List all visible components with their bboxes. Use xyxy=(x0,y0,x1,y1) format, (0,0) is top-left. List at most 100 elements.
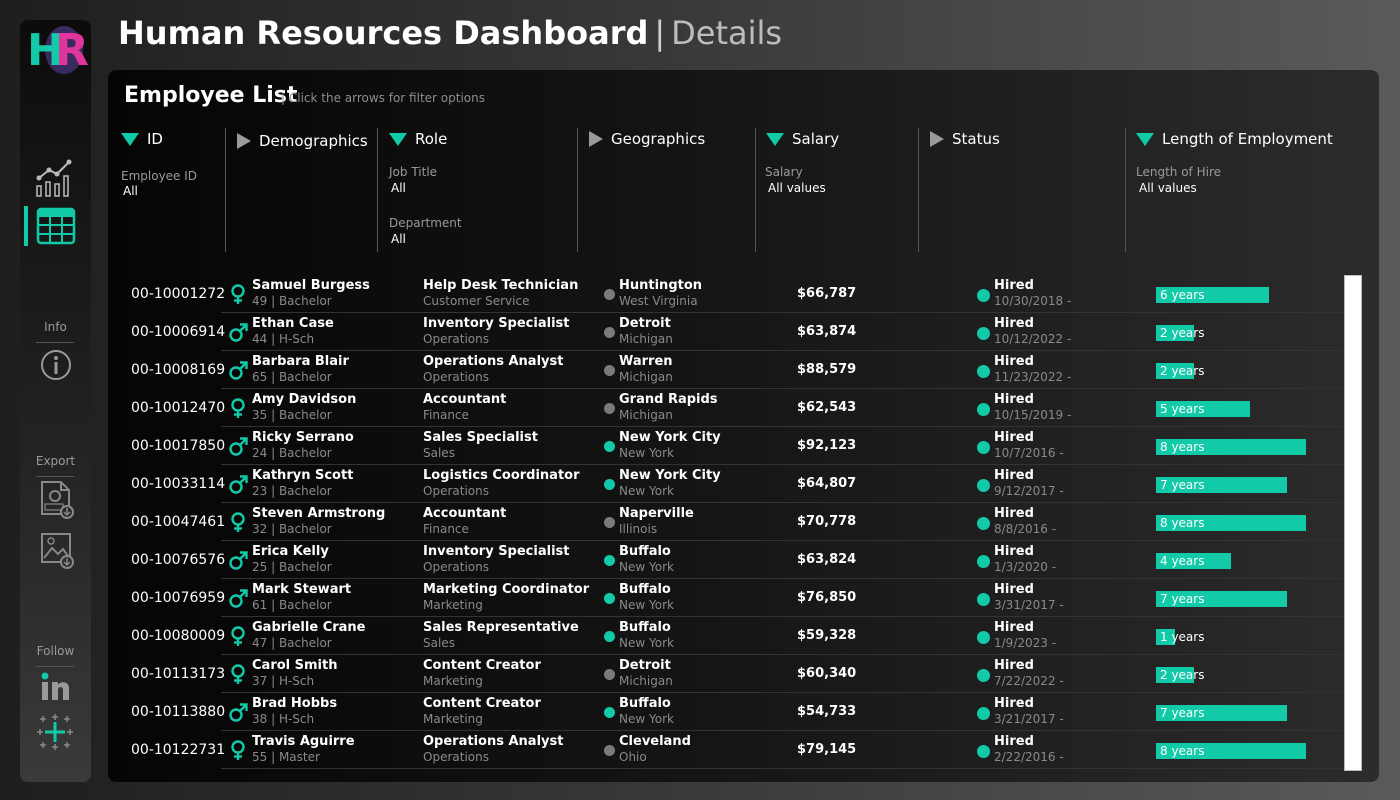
hire-date: 1/9/2023 - xyxy=(994,636,1057,650)
overview-chart-icon[interactable] xyxy=(35,156,77,198)
table-row[interactable]: 00-10001272 Samuel Burgess 49 | Bachelor He… xyxy=(108,275,1343,313)
male-icon xyxy=(228,435,248,457)
city: Buffalo xyxy=(619,620,671,635)
collapsed-arrow-icon[interactable] xyxy=(589,131,603,147)
collapsed-arrow-icon[interactable] xyxy=(237,133,251,149)
status-dot xyxy=(977,365,990,378)
employee-name[interactable]: Mark Stewart xyxy=(252,582,351,597)
status: Hired xyxy=(994,696,1034,711)
location-dot xyxy=(604,403,615,414)
table-row[interactable]: 00-10017850 Ricky Serrano 24 | Bachelor Sal… xyxy=(108,427,1343,465)
employee-id-label: Employee ID xyxy=(121,169,198,183)
linkedin-icon[interactable] xyxy=(40,672,72,702)
expand-arrow-icon[interactable] xyxy=(389,132,407,146)
filter-geographics-label: Geographics xyxy=(611,130,706,148)
job-title-label: Job Title xyxy=(389,165,438,179)
job-title: Accountant xyxy=(423,392,507,407)
job-title-filter[interactable]: All xyxy=(391,181,406,195)
tenure-label: 6 years xyxy=(1160,288,1205,302)
employee-name[interactable]: Erica Kelly xyxy=(252,544,329,559)
employee-id: 00-10008169 xyxy=(131,362,226,378)
department-filter[interactable]: All xyxy=(391,232,406,246)
sidebar: H R Info Export Follow xyxy=(20,20,91,782)
employee-name[interactable]: Kathryn Scott xyxy=(252,468,353,483)
filter-length-header[interactable]: Length of Employment xyxy=(1136,130,1333,148)
job-title: Marketing Coordinator xyxy=(423,582,590,597)
filter-role-header[interactable]: Role xyxy=(389,130,447,148)
export-pdf-icon[interactable] xyxy=(39,480,75,520)
table-row[interactable]: 00-10006914 Ethan Case 44 | H-Sch Inventory… xyxy=(108,313,1343,351)
employee-demographics: 37 | H-Sch xyxy=(252,674,315,688)
employee-name[interactable]: Travis Aguirre xyxy=(252,734,355,749)
location-dot xyxy=(604,631,615,642)
location-dot xyxy=(604,517,615,528)
table-row[interactable]: 00-10122731 Travis Aguirre 55 | Master Oper… xyxy=(108,731,1343,769)
department: Marketing xyxy=(423,674,483,688)
export-image-icon[interactable] xyxy=(39,530,75,570)
employee-name[interactable]: Gabrielle Crane xyxy=(252,620,365,635)
expand-arrow-icon[interactable] xyxy=(766,132,784,146)
filter-divider xyxy=(755,128,756,252)
filter-length: Length of Employment Length of Hire All … xyxy=(1125,128,1365,252)
details-table-icon[interactable] xyxy=(35,206,77,248)
employee-id: 00-10113880 xyxy=(131,704,226,720)
tenure-label: 8 years xyxy=(1160,516,1205,530)
table-row[interactable]: 00-10080009 Gabrielle Crane 47 | Bachelor S… xyxy=(108,617,1343,655)
filter-demographics-header[interactable]: Demographics xyxy=(237,132,368,150)
employee-name[interactable]: Barbara Blair xyxy=(252,354,349,369)
expand-arrow-icon[interactable] xyxy=(1136,132,1154,146)
employee-demographics: 49 | Bachelor xyxy=(252,294,332,308)
department: Sales xyxy=(423,446,455,460)
employee-name[interactable]: Ethan Case xyxy=(252,316,334,331)
table-scrollbar[interactable] xyxy=(1344,275,1362,771)
table-row[interactable]: 00-10076576 Erica Kelly 25 | Bachelor Inven… xyxy=(108,541,1343,579)
employee-name[interactable]: Amy Davidson xyxy=(252,392,356,407)
job-title: Help Desk Technician xyxy=(423,278,579,293)
table-row[interactable]: 00-10047461 Steven Armstrong 32 | Bachelor… xyxy=(108,503,1343,541)
salary-filter-label: Salary xyxy=(765,165,803,179)
salary-filter[interactable]: All values xyxy=(768,181,826,195)
info-icon[interactable] xyxy=(39,348,73,382)
collapsed-arrow-icon[interactable] xyxy=(930,131,944,147)
state: New York xyxy=(619,560,674,574)
table-row[interactable]: 00-10113880 Brad Hobbs 38 | H-Sch Content C… xyxy=(108,693,1343,731)
job-title: Inventory Specialist xyxy=(423,316,570,331)
employee-name[interactable]: Carol Smith xyxy=(252,658,337,673)
expand-arrow-icon[interactable] xyxy=(121,132,139,146)
tableau-icon[interactable] xyxy=(35,712,75,752)
length-of-hire-filter[interactable]: All values xyxy=(1139,181,1197,195)
filter-id-header[interactable]: ID xyxy=(121,130,163,148)
employee-id: 00-10012470 xyxy=(131,400,226,416)
female-icon xyxy=(228,283,248,305)
hr-logo[interactable]: H R xyxy=(27,26,89,76)
filter-salary-header[interactable]: Salary xyxy=(766,130,839,148)
employee-demographics: 24 | Bachelor xyxy=(252,446,332,460)
employee-id-filter[interactable]: All xyxy=(123,184,138,198)
filter-status-header[interactable]: Status xyxy=(930,130,1000,148)
job-title: Operations Analyst xyxy=(423,354,564,369)
employee-demographics: 65 | Bachelor xyxy=(252,370,332,384)
status-dot xyxy=(977,441,990,454)
filter-geographics-header[interactable]: Geographics xyxy=(589,130,705,148)
department: Operations xyxy=(423,484,489,498)
state: New York xyxy=(619,446,674,460)
hire-date: 10/30/2018 - xyxy=(994,294,1072,308)
employee-name[interactable]: Ricky Serrano xyxy=(252,430,354,445)
table-row[interactable]: 00-10012470 Amy Davidson 35 | Bachelor Acco… xyxy=(108,389,1343,427)
status: Hired xyxy=(994,278,1034,293)
table-row[interactable]: 00-10008169 Barbara Blair 65 | Bachelor Ope… xyxy=(108,351,1343,389)
female-icon xyxy=(228,397,248,419)
status-dot xyxy=(977,631,990,644)
table-row[interactable]: 00-10033114 Kathryn Scott 23 | Bachelor Log… xyxy=(108,465,1343,503)
male-icon xyxy=(228,587,248,609)
table-row[interactable]: 00-10076959 Mark Stewart 61 | Bachelor Mark… xyxy=(108,579,1343,617)
employee-name[interactable]: Steven Armstrong xyxy=(252,506,385,521)
table-row[interactable]: 00-10113173 Carol Smith 37 | H-Sch Content … xyxy=(108,655,1343,693)
department: Operations xyxy=(423,560,489,574)
status-dot xyxy=(977,479,990,492)
employee-name[interactable]: Samuel Burgess xyxy=(252,278,370,293)
state: Michigan xyxy=(619,408,673,422)
department: Finance xyxy=(423,522,469,536)
employee-name[interactable]: Brad Hobbs xyxy=(252,696,337,711)
city: Huntington xyxy=(619,278,703,293)
